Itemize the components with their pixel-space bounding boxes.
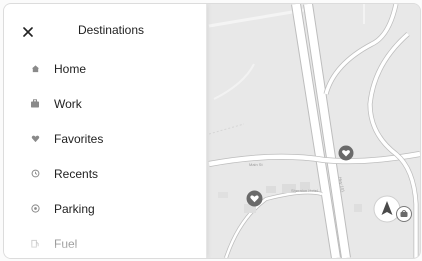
menu-item-label: Work	[54, 97, 82, 111]
menu-item-label: Parking	[54, 202, 95, 216]
poi-label: Sheraton Hotel	[291, 188, 318, 193]
menu-item-label: Recents	[54, 167, 99, 181]
menu-item-label: Favorites	[54, 132, 104, 146]
destinations-menu: Home Work Favorites Recents Parking	[4, 53, 206, 258]
history-icon	[29, 167, 41, 179]
close-button[interactable]	[20, 24, 36, 40]
menu-item-recents[interactable]: Recents	[4, 158, 206, 193]
map-favorite-pin[interactable]	[246, 190, 263, 207]
close-icon	[23, 27, 33, 37]
menu-item-favorites[interactable]: Favorites	[4, 123, 206, 158]
panel-header: Destinations	[4, 4, 206, 44]
panel-scroll-fade	[4, 244, 206, 258]
destinations-panel: Destinations Home Work Favorites Recents…	[4, 4, 207, 258]
panel-title: Destinations	[77, 23, 145, 37]
shopping-poi-icon[interactable]	[396, 206, 412, 222]
briefcase-icon	[29, 97, 41, 109]
map-favorite-pin[interactable]	[338, 145, 354, 161]
navigation-screen: Main St Sheraton Hotel Hwy 101 Destinati…	[4, 4, 420, 258]
parking-icon	[29, 202, 41, 214]
menu-item-label: Home	[54, 62, 87, 76]
heart-icon	[29, 132, 41, 144]
menu-item-parking[interactable]: Parking	[4, 193, 206, 228]
menu-item-home[interactable]: Home	[4, 53, 206, 88]
menu-item-work[interactable]: Work	[4, 88, 206, 123]
home-icon	[29, 62, 41, 74]
street-label: Main St	[249, 162, 263, 167]
